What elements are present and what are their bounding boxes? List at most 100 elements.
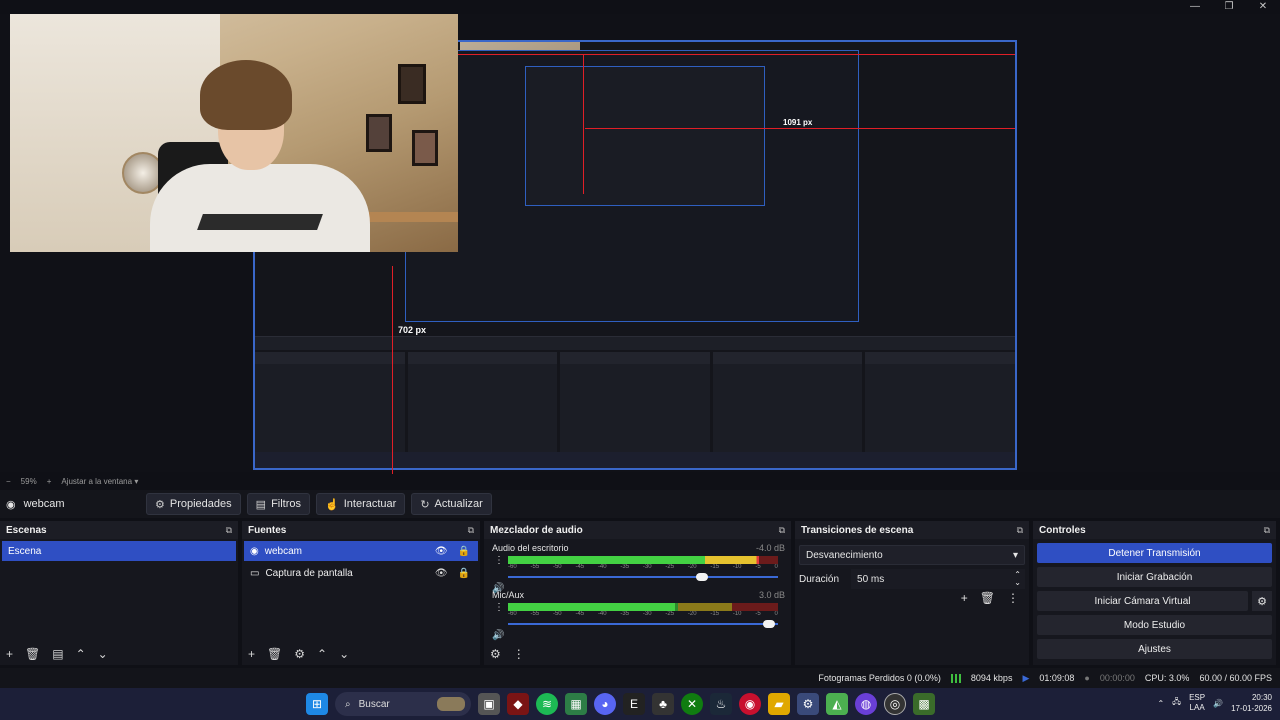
gear-icon[interactable]: ⚙ (1252, 591, 1272, 611)
meter-tick-label: -15 (710, 611, 720, 617)
settings-button[interactable]: Ajustes (1037, 639, 1272, 659)
docks: Escenas ⧉ Escena + 🗑 ▤ ⌃ ⌄ Fuentes ⧉ ◉ web… (0, 521, 1280, 665)
undock-icon[interactable]: ⧉ (226, 525, 232, 536)
stop-stream-button[interactable]: Detener Transmisión (1037, 543, 1272, 563)
mixer-channel: Audio del escritorio -4.0 dB ⋮ -60 -55 -50-… (484, 539, 791, 594)
controls-dock: Controles ⧉ Detener Transmisión Iniciar G… (1033, 521, 1276, 665)
gear-icon[interactable]: ⚙ (490, 647, 501, 661)
eye-icon[interactable]: 👁 (435, 568, 448, 579)
meter-tick-label: -10 (732, 611, 742, 617)
app-icon[interactable]: ◍ (855, 693, 877, 715)
measure-label-height: 702 px (398, 325, 427, 335)
more-icon[interactable]: ⋮ (494, 555, 504, 566)
clock[interactable]: 20:30 17-01-2026 (1231, 692, 1272, 714)
scene-item-label: Escena (8, 545, 42, 557)
chevron-up-icon[interactable]: ⌃ (76, 647, 86, 661)
network-icon[interactable]: 🖧 (1172, 696, 1181, 710)
xbox-icon[interactable]: ✕ (681, 693, 703, 715)
record-time: 00:00:00 (1099, 673, 1135, 683)
settings-icon[interactable]: ⚙ (797, 693, 819, 715)
gear-icon[interactable]: ⚙ (294, 647, 305, 661)
discord-icon[interactable]: ◕ (594, 693, 616, 715)
minecraft-icon[interactable]: ▩ (913, 693, 935, 715)
start-virtual-camera-button[interactable]: Iniciar Cámara Virtual (1037, 591, 1248, 611)
preview-canvas[interactable]: 1091 px 702 px (0, 14, 1280, 484)
eye-icon[interactable]: 👁 (435, 546, 448, 557)
add-icon[interactable]: + (248, 647, 255, 661)
trash-icon[interactable]: 🗑 (980, 591, 995, 605)
undock-icon[interactable]: ⧉ (779, 525, 785, 536)
lock-icon[interactable]: 🔒 (458, 568, 470, 579)
volume-icon[interactable]: 🔊 (1213, 699, 1223, 708)
keyboard-layout: LAA (1189, 703, 1205, 712)
undock-icon[interactable]: ⧉ (468, 525, 474, 536)
duration-label: Duración (799, 573, 840, 585)
meter-tick-label: -50 (552, 564, 562, 570)
properties-button[interactable]: ⚙ Propiedades (146, 493, 241, 515)
spotify-icon[interactable]: ≋ (536, 693, 558, 715)
filter-icon[interactable]: ▤ (52, 647, 63, 661)
excel-icon[interactable]: ▦ (565, 693, 587, 715)
picture-frame (366, 114, 392, 152)
epic-games-icon[interactable]: E (623, 693, 645, 715)
undock-icon[interactable]: ⧉ (1017, 525, 1023, 536)
app-icon[interactable]: ◉ (739, 693, 761, 715)
duration-spinbox[interactable]: 50 ms ⌃ ⌄ (851, 569, 1025, 589)
filters-button[interactable]: ▤ Filtros (246, 493, 311, 515)
start-recording-button[interactable]: Iniciar Grabación (1037, 567, 1272, 587)
interact-button[interactable]: ☝ Interactuar (316, 493, 406, 515)
add-icon[interactable]: + (961, 591, 968, 605)
transition-select[interactable]: Desvanecimiento ▾ (799, 545, 1025, 565)
stream-time: 01:09:08 (1039, 673, 1075, 683)
picture-frame (412, 130, 438, 166)
obs-icon[interactable]: ◎ (884, 693, 906, 715)
game-icon[interactable]: ♣ (652, 693, 674, 715)
obs-window: — ❐ ✕ 1091 px 702 px − 59% + Ajustar a l… (0, 0, 1280, 720)
meter-tick-label: -10 (732, 564, 742, 570)
more-icon[interactable]: ⋮ (513, 647, 525, 661)
refresh-button[interactable]: ↻ Actualizar (411, 493, 492, 515)
zoom-out-button[interactable]: − (6, 477, 11, 486)
meter-tick-label: -25 (665, 611, 675, 617)
maximize-button[interactable]: ❐ (1212, 0, 1246, 14)
trash-icon[interactable]: 🗑 (267, 647, 282, 661)
chevron-down-icon[interactable]: ⌄ (98, 647, 108, 661)
hand-icon: ☝ (325, 498, 339, 511)
volume-slider[interactable] (508, 619, 778, 629)
taskbar-search[interactable]: ⌕ Buscar (335, 692, 471, 716)
steam-icon[interactable]: ♨ (710, 693, 732, 715)
chevron-up-icon[interactable]: ⌃ (317, 647, 327, 661)
task-view-icon[interactable]: ▣ (478, 693, 500, 715)
webcam-feed (10, 14, 458, 252)
app-icon[interactable]: ◆ (507, 693, 529, 715)
fps: 60.00 / 60.00 FPS (1199, 673, 1272, 683)
language-indicator[interactable]: ESP LAA (1189, 693, 1205, 713)
chevron-down-icon[interactable]: ⌄ (339, 647, 349, 661)
minimize-button[interactable]: — (1178, 0, 1212, 14)
source-item[interactable]: ◉ webcam 👁 🔒 (244, 541, 478, 561)
more-icon[interactable]: ⋮ (1007, 591, 1019, 605)
windows-start-icon[interactable]: ⊞ (306, 693, 328, 715)
language-code: ESP (1189, 693, 1206, 702)
lock-icon[interactable]: 🔒 (458, 546, 470, 557)
trash-icon[interactable]: 🗑 (25, 647, 40, 661)
speaker-icon[interactable]: 🔊 (492, 630, 504, 641)
add-icon[interactable]: + (6, 647, 13, 661)
taskbar-apps: ⊞ ⌕ Buscar ▣ ◆ ≋ ▦ ◕ E ♣ ✕ ♨ ◉ ▰ ⚙ ◭ ◍ ◎… (306, 692, 935, 716)
folder-icon[interactable]: ▰ (768, 693, 790, 715)
nvidia-icon[interactable]: ◭ (826, 693, 848, 715)
studio-mode-button[interactable]: Modo Estudio (1037, 615, 1272, 635)
spin-arrows-icon[interactable]: ⌃ ⌄ (1014, 571, 1021, 587)
source-item-label: Captura de pantalla (265, 567, 353, 579)
source-item[interactable]: ▭ Captura de pantalla 👁 🔒 (244, 563, 478, 583)
volume-slider[interactable] (508, 572, 778, 582)
meter-tick-label: -5 (755, 564, 761, 570)
chevron-up-icon[interactable]: ⌃ (1157, 699, 1164, 708)
close-button[interactable]: ✕ (1246, 0, 1280, 14)
more-icon[interactable]: ⋮ (494, 602, 504, 613)
undock-icon[interactable]: ⧉ (1264, 525, 1270, 536)
zoom-in-button[interactable]: + (47, 477, 52, 486)
camera-icon: ◉ (6, 498, 16, 511)
zoom-fit-select[interactable]: Ajustar a la ventana ▾ (61, 477, 138, 486)
scene-item[interactable]: Escena (2, 541, 236, 561)
